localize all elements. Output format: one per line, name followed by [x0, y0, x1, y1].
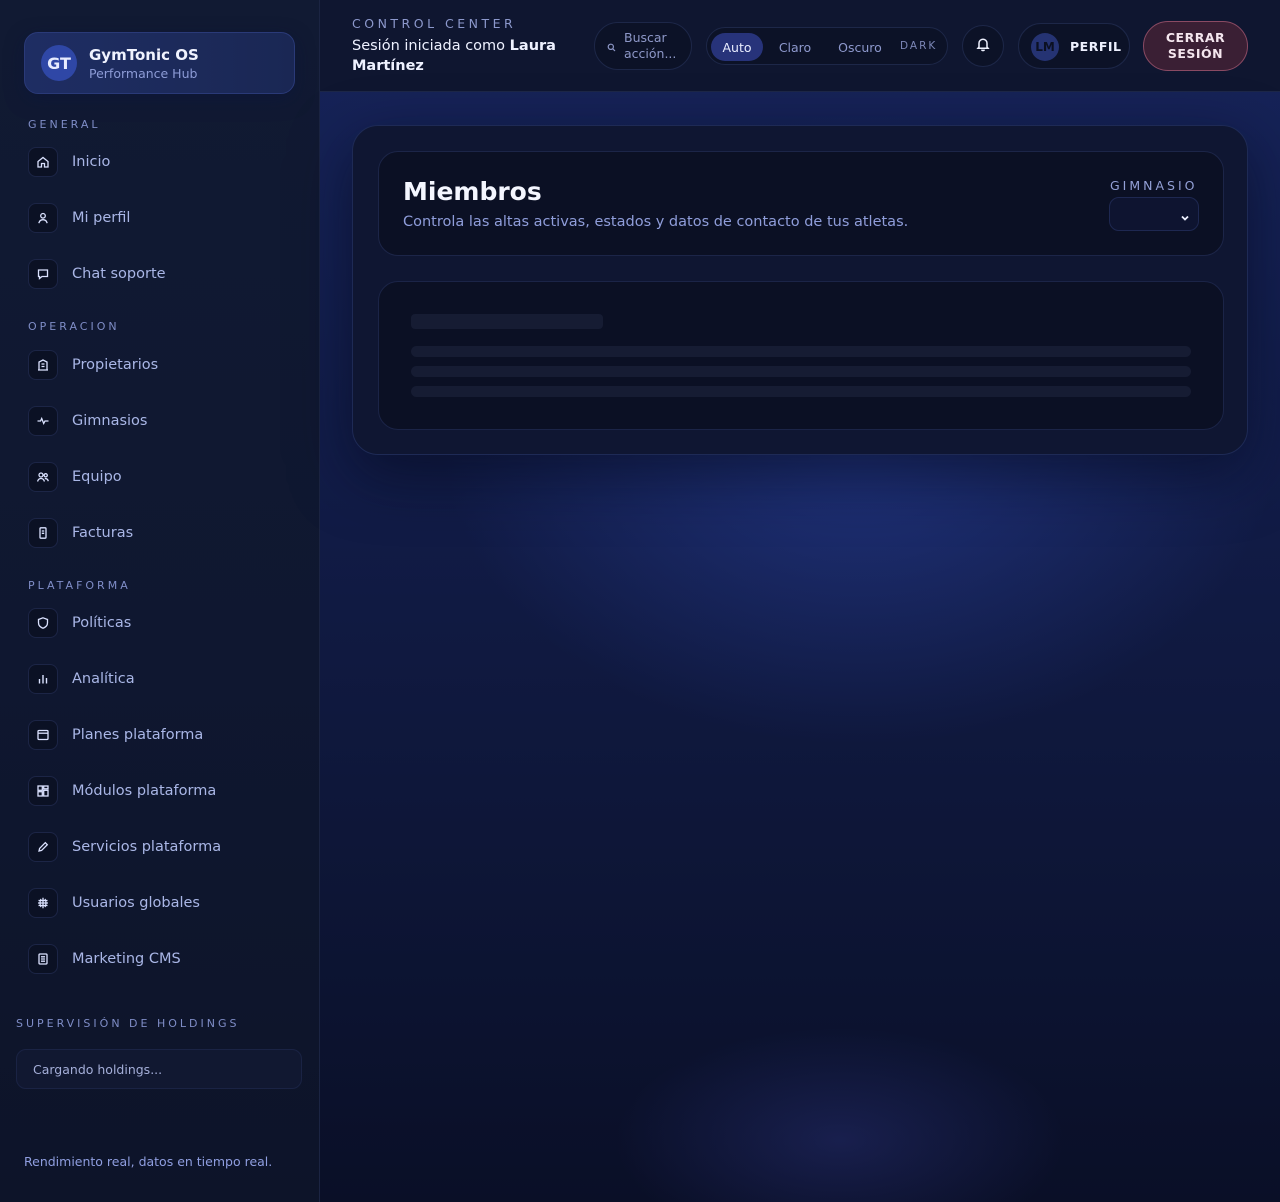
brand-subtitle: Performance Hub — [89, 66, 198, 81]
brand-card[interactable]: GT GymTonic OS Performance Hub — [24, 32, 295, 94]
avatar: LM — [1031, 33, 1059, 61]
search-icon — [607, 37, 616, 56]
sidebar-item-label: Servicios plataforma — [72, 839, 222, 855]
main-area: CONTROL CENTER Sesión iniciada como Laur… — [320, 0, 1280, 1202]
sidebar-item-label: Chat soporte — [72, 266, 166, 282]
sidebar-item-label: Propietarios — [72, 357, 159, 373]
sidebar-item-label: Gimnasios — [72, 413, 148, 429]
topbar: CONTROL CENTER Sesión iniciada como Laur… — [320, 0, 1280, 92]
skeleton-line — [411, 346, 1191, 357]
sidebar: GT GymTonic OS Performance Hub GENERAL I… — [0, 0, 320, 1202]
nav-section-general: GENERAL — [28, 118, 101, 131]
sidebar-item-label: Marketing CMS — [72, 951, 181, 967]
members-panel: Miembros Controla las altas activas, est… — [352, 125, 1248, 455]
brand-name: GymTonic OS — [89, 46, 199, 64]
sidebar-item-mi-perfil[interactable]: Mi perfil — [28, 198, 298, 238]
sidebar-item-equipo[interactable]: Equipo — [28, 457, 298, 497]
brand-logo: GT — [41, 45, 77, 81]
holdings-loading-text: Cargando holdings... — [33, 1061, 163, 1077]
sidebar-item-inicio[interactable]: Inicio — [28, 142, 298, 182]
sidebar-item-label: Equipo — [72, 469, 122, 485]
calendar-icon — [28, 720, 58, 750]
sidebar-item-label: Módulos plataforma — [72, 783, 217, 799]
user-icon — [28, 203, 58, 233]
theme-option-claro[interactable]: Claro — [769, 33, 821, 61]
sidebar-item-planes-plataforma[interactable]: Planes plataforma — [28, 715, 298, 755]
sidebar-item-chat-soporte[interactable]: Chat soporte — [28, 254, 298, 294]
bell-icon — [975, 36, 991, 56]
shield-icon — [28, 608, 58, 638]
sidebar-item-gimnasios[interactable]: Gimnasios — [28, 401, 298, 441]
sidebar-item-label: Políticas — [72, 615, 132, 631]
topbar-label: CONTROL CENTER — [352, 16, 517, 31]
sidebar-item-modulos-plataforma[interactable]: Módulos plataforma — [28, 771, 298, 811]
page-header-card: Miembros Controla las altas activas, est… — [378, 151, 1224, 256]
notifications-button[interactable] — [962, 25, 1004, 67]
home-icon — [28, 147, 58, 177]
page-title: Miembros — [403, 177, 542, 206]
skeleton-line — [411, 366, 1191, 377]
skeleton-line — [411, 386, 1191, 397]
gym-select[interactable] — [1109, 197, 1199, 231]
sidebar-item-marketing-cms[interactable]: Marketing CMS — [28, 939, 298, 979]
sidebar-item-label: Mi perfil — [72, 210, 131, 226]
search-button[interactable]: Buscar acción... — [594, 22, 692, 70]
nav-section-operacion: OPERACION — [28, 320, 120, 333]
theme-option-oscuro[interactable]: Oscuro — [829, 33, 891, 61]
nav-section-plataforma: PLATAFORMA — [28, 579, 131, 592]
sidebar-item-label: Planes plataforma — [72, 727, 204, 743]
sidebar-item-servicios-plataforma[interactable]: Servicios plataforma — [28, 827, 298, 867]
sidebar-item-label: Inicio — [72, 154, 111, 170]
holdings-title: SUPERVISIÓN DE HOLDINGS — [16, 1017, 240, 1030]
theme-option-auto[interactable]: Auto — [711, 33, 763, 61]
session-info: Sesión iniciada como Laura Martínez — [352, 36, 572, 76]
gym-filter-label: GIMNASIO — [1110, 178, 1198, 193]
theme-status-tag: DARK — [900, 40, 938, 52]
sidebar-item-propietarios[interactable]: Propietarios — [28, 345, 298, 385]
logout-button[interactable]: CERRAR SESIÓN — [1143, 21, 1248, 71]
sidebar-item-usuarios-globales[interactable]: Usuarios globales — [28, 883, 298, 923]
profile-button[interactable]: LM PERFIL — [1018, 23, 1130, 69]
sidebar-footer-note: Rendimiento real, datos en tiempo real. — [24, 1154, 273, 1169]
receipt-icon — [28, 518, 58, 548]
sidebar-item-analitica[interactable]: Analítica — [28, 659, 298, 699]
session-prefix: Sesión iniciada como — [352, 38, 510, 54]
sidebar-item-politicas[interactable]: Políticas — [28, 603, 298, 643]
sidebar-item-facturas[interactable]: Facturas — [28, 513, 298, 553]
building-icon — [28, 350, 58, 380]
modules-icon — [28, 776, 58, 806]
sidebar-item-label: Analítica — [72, 671, 135, 687]
skeleton-title-bar — [411, 314, 603, 329]
page-subtitle: Controla las altas activas, estados y da… — [403, 214, 909, 230]
pencil-icon — [28, 832, 58, 862]
document-icon — [28, 944, 58, 974]
holdings-list: Cargando holdings... — [16, 1049, 302, 1089]
activity-icon — [28, 406, 58, 436]
profile-label: PERFIL — [1070, 39, 1122, 54]
globe-icon — [28, 888, 58, 918]
theme-switcher: Auto Claro Oscuro DARK — [706, 27, 948, 65]
chevron-down-icon — [1180, 208, 1190, 227]
search-placeholder: Buscar acción... — [624, 30, 677, 61]
sidebar-item-label: Facturas — [72, 525, 134, 541]
bar-chart-icon — [28, 664, 58, 694]
members-table-skeleton — [378, 281, 1224, 430]
chat-icon — [28, 259, 58, 289]
sidebar-item-label: Usuarios globales — [72, 895, 200, 911]
users-icon — [28, 462, 58, 492]
